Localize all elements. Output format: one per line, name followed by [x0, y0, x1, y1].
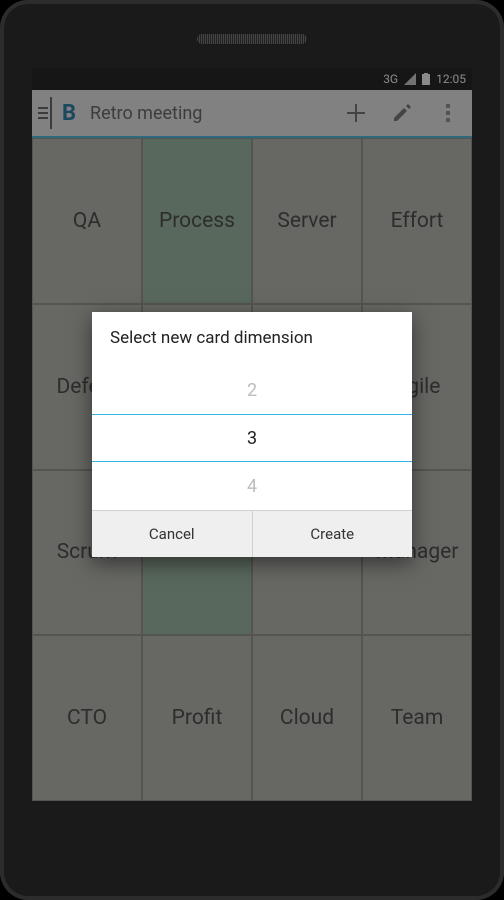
cancel-button[interactable]: Cancel [92, 511, 252, 557]
number-picker[interactable]: 2 3 4 [92, 366, 412, 510]
screen: 3G 12:05 B Retro meeting [32, 68, 472, 801]
dialog-button-bar: Cancel Create [92, 510, 412, 557]
device-speaker [197, 34, 307, 44]
dimension-dialog: Select new card dimension 2 3 4 Cancel C… [92, 312, 412, 557]
modal-overlay[interactable]: Select new card dimension 2 3 4 Cancel C… [32, 68, 472, 801]
dialog-title: Select new card dimension [92, 312, 412, 366]
create-button[interactable]: Create [252, 511, 413, 557]
picker-option-next[interactable]: 4 [92, 462, 412, 510]
picker-option-prev[interactable]: 2 [92, 366, 412, 414]
picker-option-selected[interactable]: 3 [92, 414, 412, 462]
device-frame: 3G 12:05 B Retro meeting [0, 0, 504, 900]
